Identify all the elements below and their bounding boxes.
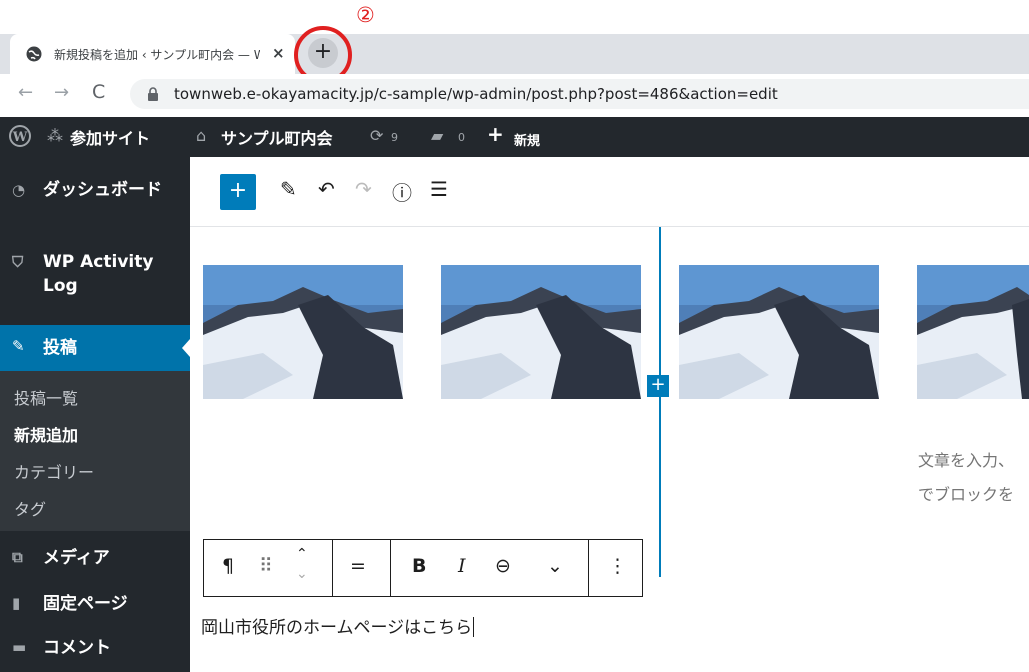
new-plus-icon[interactable]: +: [487, 122, 504, 146]
placeholder-text-line-2: でブロックを: [918, 485, 1015, 504]
sidebar-item-comments[interactable]: ▬ コメント: [0, 635, 190, 671]
toolbar-divider: [332, 540, 333, 596]
sidebar-item-label: ダッシュボード: [43, 180, 162, 200]
my-sites-link[interactable]: 参加サイト: [70, 125, 150, 149]
outline-icon[interactable]: ☰: [430, 177, 448, 201]
submenu-tags[interactable]: タグ: [14, 496, 46, 520]
comments-icon[interactable]: ▰: [431, 126, 443, 145]
tab-title: 新規投稿を追加 ‹ サンプル町内会 — WordPress: [54, 48, 260, 62]
pencil-icon[interactable]: ✎: [280, 177, 297, 201]
gallery-image-1[interactable]: [203, 265, 403, 399]
forward-arrow-icon[interactable]: →: [54, 82, 69, 103]
annotation-number: ②: [356, 3, 375, 27]
chevron-down-icon[interactable]: ⌄: [547, 555, 563, 577]
back-arrow-icon[interactable]: ←: [18, 82, 33, 103]
align-icon[interactable]: =: [350, 555, 366, 577]
block-options-icon[interactable]: ⋮: [608, 555, 627, 577]
updates-count: 9: [391, 131, 398, 144]
text-cursor: [473, 617, 475, 637]
sidebar-item-label: 固定ページ: [43, 594, 128, 614]
site-name-link[interactable]: サンプル町内会: [221, 125, 333, 149]
block-insertion-line: [659, 227, 661, 577]
wordpress-logo-icon[interactable]: W: [9, 125, 31, 147]
bold-button[interactable]: B: [412, 555, 426, 577]
sidebar-item-posts[interactable]: ✎ 投稿: [0, 325, 190, 371]
info-icon[interactable]: ⓘ: [392, 177, 412, 206]
undo-icon[interactable]: ↶: [318, 177, 335, 201]
new-content-link[interactable]: 新規: [514, 130, 540, 149]
redo-icon[interactable]: ↷: [355, 177, 372, 201]
paragraph-block[interactable]: 岡山市役所のホームページはこちら: [201, 613, 475, 638]
reload-icon[interactable]: C: [92, 81, 105, 103]
media-icon: ⧉: [12, 548, 23, 566]
sidebar-item-dashboard[interactable]: ◔ ダッシュボード: [0, 179, 190, 239]
home-icon: ⌂: [196, 126, 207, 145]
sidebar-item-label: WP Activity: [43, 252, 154, 272]
posts-submenu: 投稿一覧 新規追加 カテゴリー タグ: [0, 371, 190, 531]
submenu-categories[interactable]: カテゴリー: [14, 459, 94, 483]
gallery-image-4[interactable]: [917, 265, 1029, 399]
lock-icon: [148, 87, 158, 101]
add-block-button[interactable]: +: [220, 174, 256, 210]
gallery-image-2[interactable]: [441, 265, 641, 399]
sidebar-item-label: コメント: [43, 638, 111, 658]
gallery-image-3[interactable]: [679, 265, 879, 399]
editor-top-toolbar: + ✎ ↶ ↷ ⓘ ☰: [190, 157, 1029, 227]
browser-tab[interactable]: 新規投稿を追加 ‹ サンプル町内会 — WordPress ×: [10, 34, 295, 74]
shield-icon: ⛉: [12, 253, 24, 271]
sidebar-item-label: 投稿: [43, 338, 77, 358]
placeholder-text-line-1: 文章を入力、: [918, 451, 1015, 470]
sidebar-item-pages[interactable]: ▮ 固定ページ: [0, 591, 190, 631]
svg-text:W: W: [12, 130, 28, 145]
sidebar-item-label: Log: [43, 276, 78, 296]
move-up-icon[interactable]: ⌃: [296, 546, 308, 562]
sidebar-item-wp-activity-log[interactable]: ⛉ WP Activity Log: [0, 251, 190, 311]
comment-icon: ▬: [12, 638, 27, 656]
globe-icon: [26, 46, 42, 62]
italic-button[interactable]: I: [458, 555, 466, 577]
active-indicator: [182, 339, 190, 357]
inline-inserter-button[interactable]: +: [647, 375, 669, 397]
pages-icon: ▮: [12, 594, 21, 612]
submenu-all-posts[interactable]: 投稿一覧: [14, 385, 78, 409]
my-sites-icon: ⁂: [47, 126, 63, 145]
browser-nav-bar: ← → C townweb.e-okayamacity.jp/c-sample/…: [0, 74, 1029, 114]
paragraph-text: 岡山市役所のホームページはこちら: [201, 618, 473, 638]
address-bar[interactable]: townweb.e-okayamacity.jp/c-sample/wp-adm…: [130, 79, 1029, 109]
wp-admin-bar: W ⁂ 参加サイト ⌂ サンプル町内会 ⟳ 9 ▰ 0 + 新規: [0, 117, 1029, 157]
updates-icon[interactable]: ⟳: [370, 126, 383, 145]
block-toolbar: ¶ ⠿ ⌃ ⌄ = B I ⊖ ⌄ ⋮: [203, 539, 643, 597]
block-editor: + ✎ ↶ ↷ ⓘ ☰ + 文章を入力、 でブロックを ¶ ⠿ ⌃ ⌄ = B …: [190, 157, 1029, 672]
toolbar-divider: [390, 540, 391, 596]
paragraph-icon[interactable]: ¶: [222, 555, 234, 577]
admin-sidebar: ◔ ダッシュボード ⛉ WP Activity Log ✎ 投稿 投稿一覧 新規…: [0, 157, 190, 672]
link-icon[interactable]: ⊖: [495, 555, 511, 577]
drag-handle-icon[interactable]: ⠿: [259, 555, 273, 577]
move-down-icon[interactable]: ⌄: [296, 566, 308, 582]
dashboard-icon: ◔: [12, 181, 26, 199]
comments-count: 0: [458, 131, 465, 144]
pin-icon: ✎: [12, 337, 25, 355]
toolbar-divider: [588, 540, 589, 596]
sidebar-item-label: メディア: [43, 548, 110, 568]
submenu-add-new[interactable]: 新規追加: [14, 422, 78, 446]
tab-close-icon[interactable]: ×: [272, 44, 285, 62]
sidebar-item-media[interactable]: ⧉ メディア: [0, 545, 190, 585]
url-text: townweb.e-okayamacity.jp/c-sample/wp-adm…: [174, 85, 778, 103]
